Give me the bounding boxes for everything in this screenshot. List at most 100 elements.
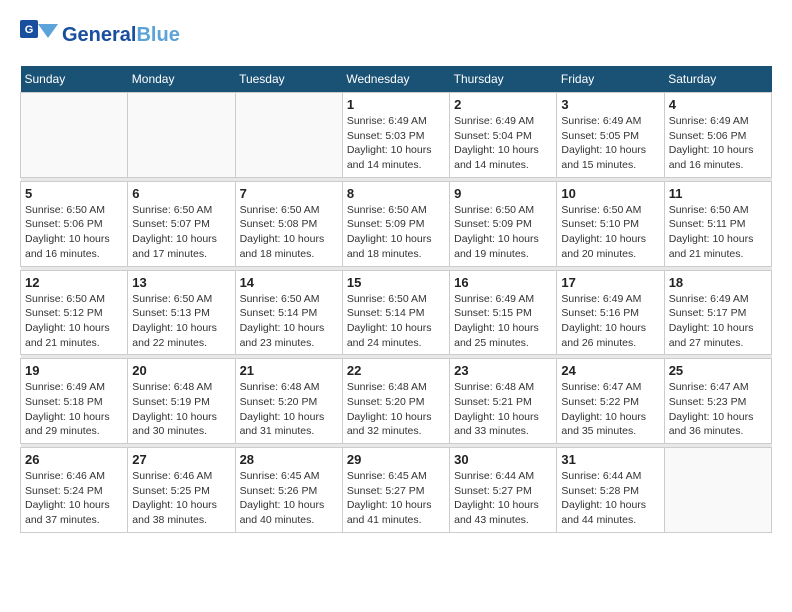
calendar-cell: 12 Sunrise: 6:50 AM Sunset: 5:12 PM Dayli… <box>21 270 128 355</box>
day-number: 25 <box>669 363 767 378</box>
day-info: Sunrise: 6:49 AM Sunset: 5:06 PM Dayligh… <box>669 114 767 173</box>
day-number: 28 <box>240 452 338 467</box>
day-info: Sunrise: 6:50 AM Sunset: 5:10 PM Dayligh… <box>561 203 659 262</box>
day-header-wednesday: Wednesday <box>342 66 449 93</box>
day-number: 30 <box>454 452 552 467</box>
day-info: Sunrise: 6:48 AM Sunset: 5:20 PM Dayligh… <box>347 380 445 439</box>
day-number: 27 <box>132 452 230 467</box>
calendar-cell: 4 Sunrise: 6:49 AM Sunset: 5:06 PM Daylig… <box>664 93 771 178</box>
day-number: 1 <box>347 97 445 112</box>
day-header-friday: Friday <box>557 66 664 93</box>
calendar-cell: 30 Sunrise: 6:44 AM Sunset: 5:27 PM Dayli… <box>450 448 557 533</box>
calendar-cell: 26 Sunrise: 6:46 AM Sunset: 5:24 PM Dayli… <box>21 448 128 533</box>
day-number: 26 <box>25 452 123 467</box>
calendar-cell: 8 Sunrise: 6:50 AM Sunset: 5:09 PM Daylig… <box>342 181 449 266</box>
calendar-week-row: 5 Sunrise: 6:50 AM Sunset: 5:06 PM Daylig… <box>21 181 772 266</box>
calendar-cell: 7Sunrise: 6:50 AM Sunset: 5:08 PM Daylig… <box>235 181 342 266</box>
day-info: Sunrise: 6:48 AM Sunset: 5:19 PM Dayligh… <box>132 380 230 439</box>
day-info: Sunrise: 6:50 AM Sunset: 5:11 PM Dayligh… <box>669 203 767 262</box>
calendar-cell <box>664 448 771 533</box>
calendar-table: SundayMondayTuesdayWednesdayThursdayFrid… <box>20 66 772 533</box>
day-info: Sunrise: 6:50 AM Sunset: 5:14 PM Dayligh… <box>240 292 338 351</box>
calendar-cell: 9Sunrise: 6:50 AM Sunset: 5:09 PM Daylig… <box>450 181 557 266</box>
calendar-cell: 27 Sunrise: 6:46 AM Sunset: 5:25 PM Dayli… <box>128 448 235 533</box>
calendar-header-row: SundayMondayTuesdayWednesdayThursdayFrid… <box>21 66 772 93</box>
calendar-week-row: 1 Sunrise: 6:49 AM Sunset: 5:03 PM Daylig… <box>21 93 772 178</box>
day-info: Sunrise: 6:49 AM Sunset: 5:05 PM Dayligh… <box>561 114 659 173</box>
day-number: 5 <box>25 186 123 201</box>
day-number: 15 <box>347 275 445 290</box>
day-info: Sunrise: 6:50 AM Sunset: 5:13 PM Dayligh… <box>132 292 230 351</box>
day-info: Sunrise: 6:47 AM Sunset: 5:23 PM Dayligh… <box>669 380 767 439</box>
day-number: 14 <box>240 275 338 290</box>
calendar-cell: 11Sunrise: 6:50 AM Sunset: 5:11 PM Dayli… <box>664 181 771 266</box>
day-number: 8 <box>347 186 445 201</box>
logo: G GeneralBlue <box>20 20 180 50</box>
calendar-cell: 20 Sunrise: 6:48 AM Sunset: 5:19 PM Dayli… <box>128 359 235 444</box>
calendar-week-row: 12 Sunrise: 6:50 AM Sunset: 5:12 PM Dayli… <box>21 270 772 355</box>
day-info: Sunrise: 6:50 AM Sunset: 5:09 PM Dayligh… <box>454 203 552 262</box>
calendar-cell: 2 Sunrise: 6:49 AM Sunset: 5:04 PM Daylig… <box>450 93 557 178</box>
day-number: 24 <box>561 363 659 378</box>
day-number: 31 <box>561 452 659 467</box>
day-info: Sunrise: 6:49 AM Sunset: 5:15 PM Dayligh… <box>454 292 552 351</box>
day-info: Sunrise: 6:50 AM Sunset: 5:06 PM Dayligh… <box>25 203 123 262</box>
day-number: 3 <box>561 97 659 112</box>
day-info: Sunrise: 6:48 AM Sunset: 5:21 PM Dayligh… <box>454 380 552 439</box>
day-number: 18 <box>669 275 767 290</box>
day-number: 16 <box>454 275 552 290</box>
calendar-week-row: 26 Sunrise: 6:46 AM Sunset: 5:24 PM Dayli… <box>21 448 772 533</box>
day-number: 22 <box>347 363 445 378</box>
day-number: 2 <box>454 97 552 112</box>
day-number: 7 <box>240 186 338 201</box>
day-info: Sunrise: 6:48 AM Sunset: 5:20 PM Dayligh… <box>240 380 338 439</box>
calendar-cell: 18 Sunrise: 6:49 AM Sunset: 5:17 PM Dayli… <box>664 270 771 355</box>
day-info: Sunrise: 6:50 AM Sunset: 5:14 PM Dayligh… <box>347 292 445 351</box>
day-info: Sunrise: 6:44 AM Sunset: 5:28 PM Dayligh… <box>561 469 659 528</box>
day-info: Sunrise: 6:49 AM Sunset: 5:18 PM Dayligh… <box>25 380 123 439</box>
day-number: 20 <box>132 363 230 378</box>
calendar-cell: 22 Sunrise: 6:48 AM Sunset: 5:20 PM Dayli… <box>342 359 449 444</box>
logo-text: GeneralBlue <box>62 24 180 46</box>
calendar-cell: 21 Sunrise: 6:48 AM Sunset: 5:20 PM Dayli… <box>235 359 342 444</box>
day-info: Sunrise: 6:49 AM Sunset: 5:17 PM Dayligh… <box>669 292 767 351</box>
day-number: 13 <box>132 275 230 290</box>
day-info: Sunrise: 6:50 AM Sunset: 5:09 PM Dayligh… <box>347 203 445 262</box>
calendar-cell: 1 Sunrise: 6:49 AM Sunset: 5:03 PM Daylig… <box>342 93 449 178</box>
day-info: Sunrise: 6:50 AM Sunset: 5:12 PM Dayligh… <box>25 292 123 351</box>
day-header-thursday: Thursday <box>450 66 557 93</box>
calendar-cell: 5 Sunrise: 6:50 AM Sunset: 5:06 PM Daylig… <box>21 181 128 266</box>
day-number: 6 <box>132 186 230 201</box>
day-info: Sunrise: 6:46 AM Sunset: 5:24 PM Dayligh… <box>25 469 123 528</box>
page-header: G GeneralBlue <box>20 20 772 50</box>
day-number: 21 <box>240 363 338 378</box>
day-info: Sunrise: 6:49 AM Sunset: 5:03 PM Dayligh… <box>347 114 445 173</box>
calendar-cell: 25 Sunrise: 6:47 AM Sunset: 5:23 PM Dayli… <box>664 359 771 444</box>
day-header-sunday: Sunday <box>21 66 128 93</box>
svg-text:G: G <box>25 24 34 36</box>
day-info: Sunrise: 6:45 AM Sunset: 5:26 PM Dayligh… <box>240 469 338 528</box>
day-number: 23 <box>454 363 552 378</box>
day-header-tuesday: Tuesday <box>235 66 342 93</box>
day-number: 4 <box>669 97 767 112</box>
logo-icon: G <box>20 20 58 50</box>
calendar-cell <box>128 93 235 178</box>
calendar-cell: 15 Sunrise: 6:50 AM Sunset: 5:14 PM Dayli… <box>342 270 449 355</box>
calendar-cell: 28 Sunrise: 6:45 AM Sunset: 5:26 PM Dayli… <box>235 448 342 533</box>
calendar-cell: 10Sunrise: 6:50 AM Sunset: 5:10 PM Dayli… <box>557 181 664 266</box>
calendar-cell <box>21 93 128 178</box>
day-info: Sunrise: 6:49 AM Sunset: 5:16 PM Dayligh… <box>561 292 659 351</box>
day-number: 19 <box>25 363 123 378</box>
day-header-saturday: Saturday <box>664 66 771 93</box>
day-info: Sunrise: 6:46 AM Sunset: 5:25 PM Dayligh… <box>132 469 230 528</box>
day-number: 12 <box>25 275 123 290</box>
day-number: 29 <box>347 452 445 467</box>
calendar-cell: 13 Sunrise: 6:50 AM Sunset: 5:13 PM Dayli… <box>128 270 235 355</box>
day-info: Sunrise: 6:44 AM Sunset: 5:27 PM Dayligh… <box>454 469 552 528</box>
calendar-cell: 14 Sunrise: 6:50 AM Sunset: 5:14 PM Dayli… <box>235 270 342 355</box>
day-info: Sunrise: 6:49 AM Sunset: 5:04 PM Dayligh… <box>454 114 552 173</box>
day-number: 17 <box>561 275 659 290</box>
calendar-cell: 3 Sunrise: 6:49 AM Sunset: 5:05 PM Daylig… <box>557 93 664 178</box>
calendar-cell: 29Sunrise: 6:45 AM Sunset: 5:27 PM Dayli… <box>342 448 449 533</box>
day-info: Sunrise: 6:47 AM Sunset: 5:22 PM Dayligh… <box>561 380 659 439</box>
